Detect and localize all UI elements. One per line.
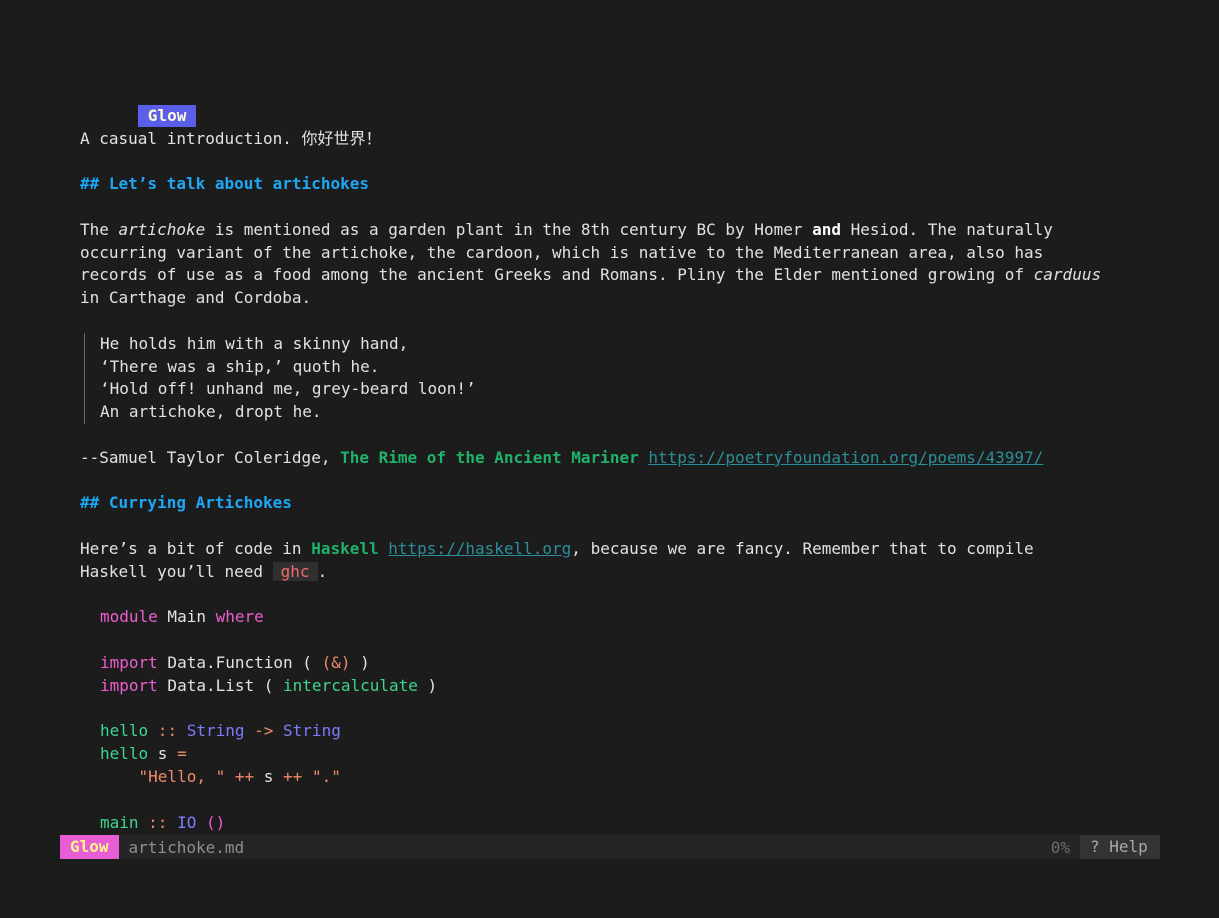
code-line: import Data.List ( intercalculate ) xyxy=(100,675,438,695)
scroll-percent: 0% xyxy=(1050,837,1070,857)
app-badge: Glow xyxy=(60,835,119,859)
status-bar: Glow artichoke.md 0% ? Help xyxy=(60,835,1160,859)
blockquote: He holds him with a skinny hand, ‘There … xyxy=(84,332,1160,424)
inline-code-ghc: ghc xyxy=(272,561,318,581)
code-line: "Hello, " ++ s ++ "." xyxy=(138,766,341,786)
filename-label: artichoke.md xyxy=(128,837,245,857)
quote-line: ‘Hold off! unhand me, grey-beard loon!’ xyxy=(100,379,476,399)
haskell-intro-line-2: Haskell you’ll need ghc. xyxy=(80,561,328,581)
quote-line: An artichoke, dropt he. xyxy=(100,402,322,422)
quote-line: ‘There was a ship,’ quoth he. xyxy=(100,356,380,376)
strong-and: and xyxy=(812,219,842,239)
haskell-link[interactable]: https://haskell.org xyxy=(388,539,571,558)
paragraph-line-2: occurring variant of the artichoke, the … xyxy=(80,242,1044,262)
poetry-link[interactable]: https://poetryfoundation.org/poems/43997… xyxy=(648,448,1043,467)
poem-title: The Rime of the Ancient Mariner xyxy=(340,447,639,467)
paragraph-line-4: in Carthage and Cordoba. xyxy=(80,288,312,308)
markdown-viewport[interactable]: Glow A casual introduction. 你好世界！ ## Let… xyxy=(80,82,1160,834)
code-line: main :: IO () xyxy=(100,812,226,832)
heading-artichokes: ## Let’s talk about artichokes xyxy=(80,174,369,194)
terminal-window: Glow A casual introduction. 你好世界！ ## Let… xyxy=(0,0,1219,918)
heading-currying: ## Currying Artichokes xyxy=(80,493,292,513)
document-title-badge: Glow xyxy=(137,104,197,127)
title-line: Glow xyxy=(80,82,1160,127)
code-block: module Main where import Data.Function (… xyxy=(80,606,1160,834)
attribution-line: --Samuel Taylor Coleridge, The Rime of t… xyxy=(80,447,1044,467)
code-line: hello :: String -> String xyxy=(100,721,341,741)
code-line: module Main where xyxy=(100,607,264,627)
intro-text: A casual introduction. 你好世界！ xyxy=(80,128,382,148)
code-line: hello s = xyxy=(100,744,187,764)
haskell-intro-line-1: Here’s a bit of code in Haskell https://… xyxy=(80,538,1034,558)
code-line: import Data.Function ( (&) ) xyxy=(100,652,370,672)
quote-line: He holds him with a skinny hand, xyxy=(100,333,409,353)
emphasis-carduus: carduus xyxy=(1033,265,1102,285)
paragraph-line-1: The artichoke is mentioned as a garden p… xyxy=(80,219,1053,239)
paragraph-line-3: records of use as a food among the ancie… xyxy=(80,265,1102,285)
emphasis-artichoke: artichoke xyxy=(118,219,206,239)
strong-haskell: Haskell xyxy=(311,538,379,558)
help-button[interactable]: ? Help xyxy=(1080,835,1160,859)
